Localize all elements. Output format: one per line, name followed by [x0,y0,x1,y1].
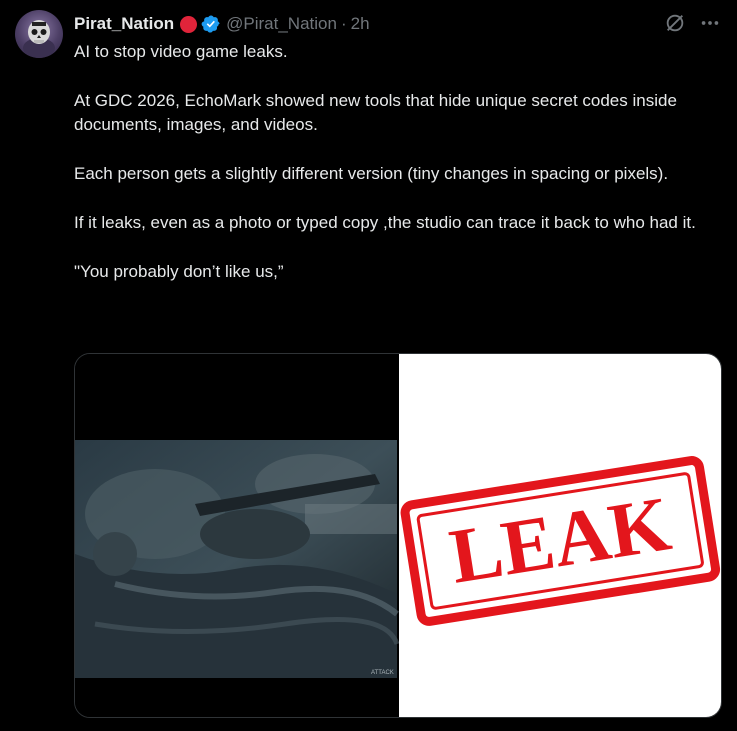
tweet-paragraph: AI to stop video game leaks. [74,42,288,61]
tweet-text: AI to stop video game leaks. At GDC 2026… [74,40,714,309]
tweet-paragraph: "You probably don’t like us,” [74,262,284,281]
media-image-game-still[interactable]: ATTACK [75,354,400,717]
media-grid: ATTACK LEAK [74,353,722,718]
avatar[interactable] [15,10,63,58]
red-circle-badge-icon [180,15,198,33]
tweet-paragraph: Each person gets a slightly different ve… [74,164,669,183]
image-caption: ATTACK [371,670,394,676]
media-image-leak-stamp[interactable]: LEAK [399,354,721,717]
author-handle[interactable]: @Pirat_Nation [226,14,337,34]
skull-avatar-icon [23,20,55,58]
verified-check-icon[interactable] [201,14,221,34]
grok-icon[interactable] [664,12,686,34]
timestamp[interactable]: 2h [351,14,370,34]
separator-dot: · [340,14,347,33]
tweet-paragraph: At GDC 2026, EchoMark showed new tools t… [74,91,677,134]
author-name[interactable]: Pirat_Nation [74,14,174,34]
tweet[interactable]: Pirat_Nation @Pirat_Nation · 2h AI to st… [0,0,737,731]
tweet-paragraph: If it leaks, even as a photo or typed co… [74,213,696,232]
more-options-icon[interactable] [699,12,721,34]
tweet-header: Pirat_Nation @Pirat_Nation · 2h [74,13,370,35]
